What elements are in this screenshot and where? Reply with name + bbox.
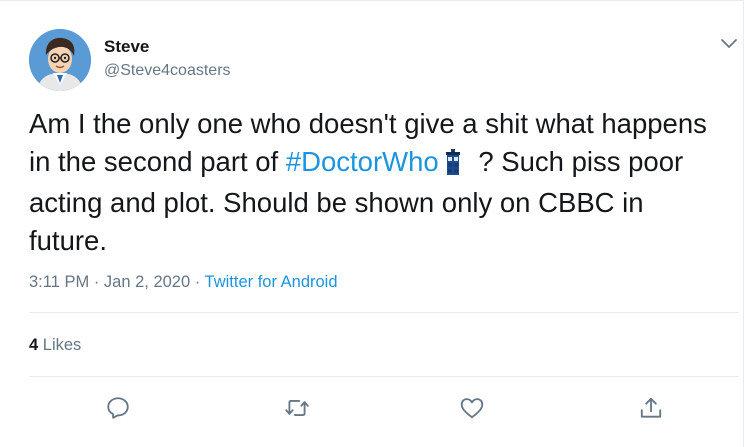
tweet-meta: 3:11 PM · Jan 2, 2020 · Twitter for Andr… [29, 273, 338, 292]
likes-label: Likes [38, 336, 82, 354]
like-icon[interactable] [459, 395, 485, 421]
meta-separator: · [89, 273, 104, 291]
divider [29, 312, 739, 313]
tweet-source-link[interactable]: Twitter for Android [205, 273, 338, 291]
tweet-time[interactable]: 3:11 PM [29, 273, 89, 291]
tweet-date[interactable]: Jan 2, 2020 [104, 273, 190, 291]
tardis-icon [445, 147, 461, 185]
reply-icon[interactable] [105, 395, 131, 421]
tweet-card: Steve @Steve4coasters Am I the only one … [0, 0, 744, 447]
meta-separator: · [190, 273, 205, 291]
likes-count-link[interactable]: 4 Likes [29, 336, 81, 355]
retweet-icon[interactable] [284, 395, 310, 421]
chevron-down-icon[interactable] [719, 37, 739, 51]
avatar-illustration [29, 29, 91, 91]
hashtag-link[interactable]: #DoctorWho [286, 146, 439, 177]
likes-count: 4 [29, 336, 39, 354]
tweet-text: Am I the only one who doesn't give a shi… [29, 105, 729, 259]
share-icon[interactable] [638, 395, 664, 421]
avatar[interactable] [29, 29, 91, 91]
divider [29, 376, 739, 377]
display-name[interactable]: Steve [104, 37, 149, 57]
user-handle[interactable]: @Steve4coasters [104, 62, 231, 80]
